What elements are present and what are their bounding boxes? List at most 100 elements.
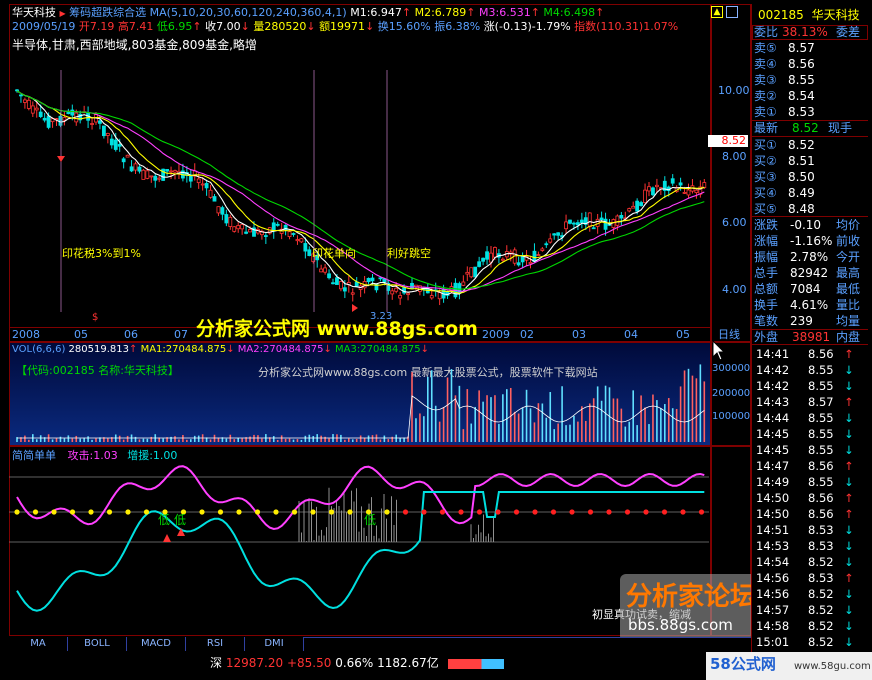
candle-body: [382, 278, 387, 283]
tick-down-arrow-icon: ↓: [844, 379, 854, 393]
signal-dot: [550, 509, 557, 515]
bid-row: 买④ 8.49: [752, 185, 862, 201]
bar-amplitude: 振6.38%: [434, 20, 481, 33]
bid-row: 买① 8.52: [752, 137, 862, 153]
bar-change: 涨(-0.13)-1.79%: [483, 20, 571, 33]
tick-time: 14:42: [756, 363, 790, 377]
signal-s-marker: $: [92, 312, 99, 323]
tick-row: 14:45 8.55 ↓: [752, 426, 862, 442]
stat-label: 换手: [754, 298, 779, 312]
bid-label: 买③: [754, 170, 777, 184]
stat-row: 换手 4.61% 量比: [752, 297, 862, 313]
tick-price: 8.55: [808, 379, 834, 393]
time-label-2008: 2008: [12, 328, 40, 341]
candle-body: [331, 282, 335, 285]
bar-amount: 额19971: [319, 20, 366, 33]
ask-row: 卖① 8.53: [752, 104, 862, 120]
tick-time: 14:49: [756, 475, 790, 489]
time-label-02: 02: [520, 328, 534, 341]
candle-body: [493, 247, 497, 258]
signal-dot: [384, 509, 390, 515]
candle-body: [165, 169, 170, 172]
candle-body: [350, 292, 355, 295]
tab-ma[interactable]: MA: [9, 637, 68, 651]
signal-dot: [310, 509, 316, 515]
signal-dot: [199, 509, 205, 515]
bid-row: 买② 8.51: [752, 153, 862, 169]
candle-body: [90, 123, 94, 125]
stat-value: 4.61%: [790, 298, 829, 312]
candle-body: [38, 111, 43, 117]
tick-row: 14:45 8.55 ↓: [752, 442, 862, 458]
ask-price: 8.54: [788, 89, 815, 103]
tick-price: 8.53: [808, 523, 834, 537]
signal-dot: [88, 509, 94, 515]
tick-row: 14:42 8.55 ↓: [752, 362, 862, 378]
tab-dmi[interactable]: DMI: [245, 637, 304, 651]
tick-down-arrow-icon: ↓: [844, 475, 854, 489]
ma20-line: [16, 90, 705, 292]
tick-time: 14:45: [756, 443, 790, 457]
signal-dot: [421, 509, 427, 515]
candle-body: [299, 238, 304, 243]
tick-row: 14:42 8.55 ↓: [752, 378, 862, 394]
status-index-value: 12987.20: [225, 656, 284, 670]
candlestick-chart[interactable]: [9, 50, 711, 325]
candle-body: [461, 281, 466, 286]
candle-body: [485, 251, 489, 260]
tick-price: 8.56: [808, 347, 834, 361]
candle-body: [394, 287, 399, 292]
bar-close: 收7.00: [205, 20, 241, 33]
signal-dot: [143, 509, 150, 515]
formula-name[interactable]: 筹码超跌综合选: [69, 6, 146, 19]
wai-nei: 外盘 38981 内盘: [752, 329, 862, 345]
candle-body: [145, 170, 150, 179]
vol-ma3: MA3:270484.875: [335, 344, 421, 355]
last-value: 8.52: [792, 121, 819, 135]
candle-body: [694, 189, 699, 193]
tick-time: 14:43: [756, 395, 790, 409]
stat-label: 总额: [754, 282, 779, 296]
tick-time: 14:41: [756, 347, 790, 361]
tick-price: 8.52: [808, 635, 834, 649]
candle-body: [105, 133, 110, 136]
signal-dot: [476, 509, 483, 515]
tick-price: 8.55: [808, 411, 834, 425]
tab-boll[interactable]: BOLL: [68, 637, 127, 651]
m2-value: M2:6.789: [414, 6, 467, 19]
scroll-up-icon[interactable]: ▲: [711, 6, 723, 18]
tab-macd[interactable]: MACD: [127, 637, 186, 651]
tick-row: 14:44 8.55 ↓: [752, 410, 862, 426]
stat-label-right: 最低: [836, 282, 861, 296]
window-restore-icon[interactable]: [726, 6, 738, 18]
ask-label: 卖③: [754, 73, 777, 87]
candle-body: [338, 281, 343, 290]
candle-body: [327, 273, 331, 279]
stat-value: 82942: [790, 266, 829, 280]
candle-body: [603, 218, 608, 230]
tick-up-arrow-icon: ↑: [844, 395, 854, 409]
tick-row: 14:47 8.56 ↑: [752, 458, 862, 474]
status-pct: 0.66%: [335, 656, 374, 670]
stat-row: 笔数 239 均量: [752, 313, 862, 329]
candle-body: [66, 112, 71, 115]
tick-time: 14:57: [756, 603, 790, 617]
status-market: 深: [210, 656, 223, 670]
candle-body: [173, 170, 177, 173]
ask-row: 卖③ 8.55: [752, 72, 862, 88]
current-price-tag-text: 8.52: [721, 134, 747, 147]
tick-row: 14:50 8.56 ↑: [752, 490, 862, 506]
tab-rsi[interactable]: RSI: [186, 637, 245, 651]
indicator-title[interactable]: 简简单单: [12, 449, 56, 462]
signal-dot: [32, 509, 39, 515]
signal-dot: [606, 509, 612, 515]
tick-up-arrow-icon: ↑: [844, 571, 854, 585]
candle-body: [113, 139, 118, 150]
indicator-low-label-1: 低: [158, 513, 171, 527]
stat-row: 总额 7084 最低: [752, 281, 862, 297]
candle-body: [366, 278, 371, 283]
signal-dot: [254, 509, 261, 515]
vol-title: VOL(6,6,6): [12, 344, 66, 355]
candle-body: [129, 166, 134, 172]
candle-body: [34, 107, 39, 111]
